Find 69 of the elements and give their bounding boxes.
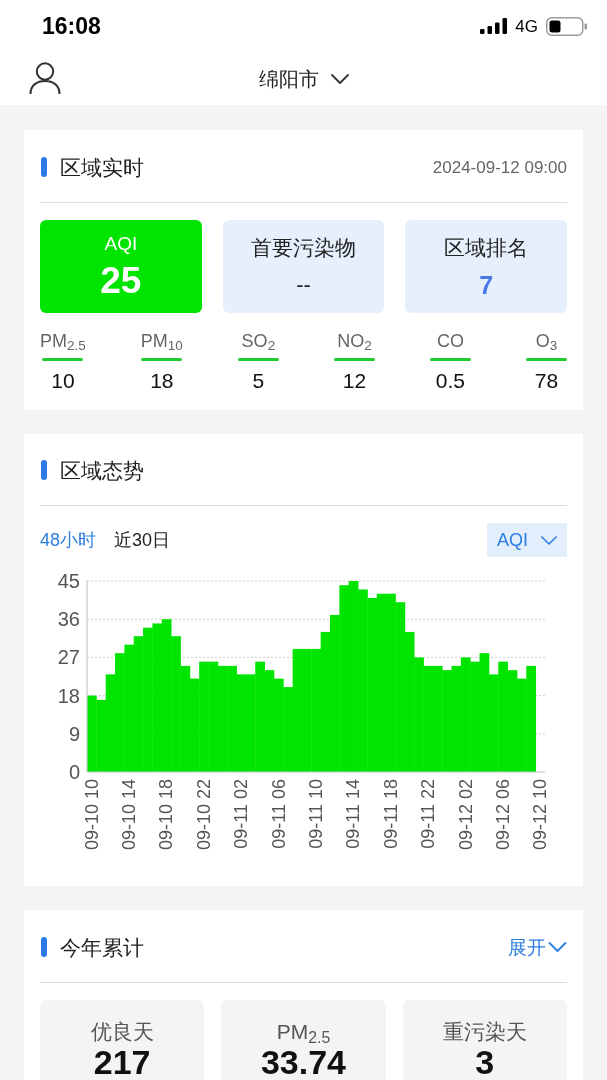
x-tick-label: 09-10 10 (81, 779, 102, 851)
y-tick-label: 36 (57, 608, 80, 631)
x-tick-label: 09-11 18 (380, 779, 401, 849)
quality-bar (429, 358, 471, 361)
pollutant-label: CO (436, 330, 464, 352)
y-tick-label: 18 (57, 684, 80, 707)
pollutant-value: 18 (150, 369, 174, 393)
network-label: 4G (515, 17, 538, 35)
tile-value: 33.74 (260, 1045, 347, 1079)
section-marker-icon (41, 460, 47, 480)
quality-bar (141, 358, 183, 361)
tile-value: -- (296, 272, 311, 298)
x-tick-label: 09-11 22 (418, 779, 439, 849)
quality-bar (333, 358, 375, 361)
x-tick-label: 09-10 18 (156, 779, 177, 851)
x-tick-label: 09-11 10 (306, 779, 326, 849)
x-tick-label: 09-10 22 (193, 779, 214, 851)
chevron-down-icon (330, 73, 349, 84)
y-tick-label: 45 (57, 570, 80, 592)
tile-label: PM$_{2.5}$ (276, 1020, 331, 1044)
section-title: 区域态势 (60, 459, 144, 481)
tile-value: 25 (100, 260, 142, 301)
section-title: 今年累计 (60, 936, 144, 958)
quality-bar (525, 358, 567, 361)
person-icon[interactable] (29, 62, 61, 95)
section-marker-icon (41, 937, 47, 957)
metric-dropdown[interactable]: AQI (487, 523, 567, 557)
city-dropdown[interactable]: 绵阳市 (258, 68, 349, 89)
pollutant-label: PM$_{10}$ (140, 330, 183, 352)
x-tick-label: 09-11 02 (231, 779, 252, 849)
pollutant-value: 0.5 (435, 369, 466, 393)
expand-toggle[interactable]: 展开 (508, 937, 567, 957)
pollutant-value: 5 (252, 369, 265, 393)
tile-label: 重污染天 (442, 1020, 527, 1044)
timestamp: 2024-09-12 09:00 (432, 158, 567, 176)
tile-label: 优良天 (90, 1020, 154, 1044)
tile-label: 区域排名 (444, 235, 529, 261)
battery-icon (546, 16, 587, 36)
chevron-down-icon (541, 535, 557, 545)
pollutant-label: SO$_{2}$ (241, 330, 276, 352)
signal-icon (480, 18, 508, 34)
x-tick-label: 09-11 14 (343, 779, 364, 849)
section-marker-icon (41, 157, 47, 177)
x-tick-label: 09-11 06 (268, 779, 289, 849)
x-tick-label: 09-12 10 (530, 779, 551, 851)
x-tick-label: 09-12 02 (455, 779, 476, 851)
pollutant-label: O$_{3}$ (535, 330, 558, 352)
pollutant-value: 10 (51, 369, 75, 393)
tab[interactable]: 48小时 (40, 531, 97, 549)
tile-value: 7 (479, 272, 494, 298)
status-time: 16:08 (42, 14, 101, 38)
quality-bar (42, 358, 84, 361)
quality-bar (237, 358, 279, 361)
x-tick-label: 09-10 14 (119, 779, 140, 851)
tab[interactable]: 近30日 (114, 531, 171, 549)
tile-label: AQI (104, 232, 138, 255)
pollutant-value: 12 (342, 369, 367, 393)
pollutant-label: PM$_{2.5}$ (40, 330, 86, 352)
y-tick-label: 9 (68, 722, 80, 745)
y-tick-label: 0 (68, 761, 80, 783)
tile-value: 3 (475, 1045, 495, 1079)
pollutant-value: 78 (534, 369, 559, 393)
pollutant-label: NO$_{2}$ (337, 330, 372, 352)
tile-value: 217 (93, 1045, 151, 1079)
x-tick-label: 09-12 06 (492, 779, 513, 851)
tile-label: 首要污染物 (251, 235, 356, 261)
chevron-down-icon (548, 942, 567, 952)
y-tick-label: 27 (57, 646, 80, 669)
section-title: 区域实时 (60, 156, 144, 178)
